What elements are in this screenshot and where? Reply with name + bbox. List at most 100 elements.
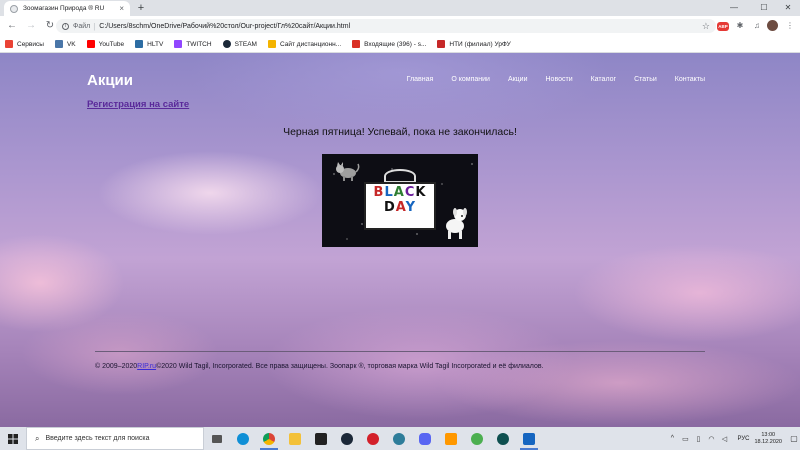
youtube-icon xyxy=(86,40,95,48)
taskbar-search-input[interactable]: ⌕ Введите здесь текст для поиска xyxy=(26,427,204,450)
nav-link-about[interactable]: О компании xyxy=(451,76,490,83)
nav-link-catalog[interactable]: Каталог xyxy=(591,76,616,83)
taskbar-sublime[interactable] xyxy=(438,427,464,450)
taskbar-app-blue[interactable] xyxy=(516,427,542,450)
banner-line-1: BLACK xyxy=(373,185,427,200)
info-icon[interactable]: i xyxy=(62,22,69,30)
bookmark-youtube[interactable]: YouTube xyxy=(86,40,125,48)
notion-icon xyxy=(315,432,327,445)
wifi-icon[interactable]: ◠ xyxy=(706,435,716,443)
site-nav: Главная О компании Акции Новости Каталог… xyxy=(389,76,705,83)
language-indicator[interactable]: РУС xyxy=(737,436,749,442)
nav-link-contacts[interactable]: Контакты xyxy=(675,76,705,83)
address-bar[interactable]: i Файл | C:/Users/8schm/OneDrive/Рабочий… xyxy=(56,19,716,33)
minimize-button[interactable]: — xyxy=(722,0,746,16)
url-scheme: Файл xyxy=(73,22,91,30)
nav-link-articles[interactable]: Статьи xyxy=(634,76,657,83)
site-favicon-icon xyxy=(267,40,276,48)
taskbar-discord[interactable] xyxy=(412,427,438,450)
promo-text: Черная пятница! Успевай, пока не закончи… xyxy=(283,126,517,138)
taskbar-opera[interactable] xyxy=(360,427,386,450)
registration-link[interactable]: Регистрация на сайте xyxy=(87,99,189,110)
bookmark-twitch[interactable]: TWITCH xyxy=(174,40,212,48)
opera-icon xyxy=(367,432,379,445)
footer-divider xyxy=(95,351,705,352)
taskbar-chrome[interactable] xyxy=(256,427,282,450)
sublime-icon xyxy=(445,432,457,445)
black-day-text: BLACK DAY xyxy=(368,185,432,215)
extensions-puzzle-icon[interactable]: ✱ xyxy=(733,19,747,33)
maximize-button[interactable]: ☐ xyxy=(752,0,776,16)
edge-icon xyxy=(237,432,249,445)
bookmark-label: НТИ (филиал) УрФУ xyxy=(449,40,511,48)
bookmark-label: Входящие (396) - s... xyxy=(364,40,427,48)
cat-figure-icon xyxy=(336,162,360,181)
forward-button[interactable]: → xyxy=(24,19,38,33)
taskbar-app-teal[interactable] xyxy=(490,427,516,450)
bookmark-distance-site[interactable]: Сайт дистанционн... xyxy=(267,40,342,48)
back-button[interactable]: ← xyxy=(5,19,19,33)
profile-avatar[interactable] xyxy=(767,20,778,31)
bookmark-services[interactable]: Сервисы xyxy=(5,40,44,48)
bookmark-label: HLTV xyxy=(147,40,164,48)
utorrent-icon xyxy=(471,432,483,445)
rip-link[interactable]: RIP.ru xyxy=(137,363,156,370)
tab-title: Зоомагазин Природа ® RU xyxy=(23,5,105,12)
black-day-banner: BLACK DAY xyxy=(322,154,478,247)
chevron-up-icon[interactable]: ^ xyxy=(667,435,677,442)
nav-link-news[interactable]: Новости xyxy=(546,76,573,83)
volume-icon[interactable]: ◁ xyxy=(719,435,729,443)
taskbar-clock[interactable]: 13:00 18.12.2020 xyxy=(754,432,782,446)
url-separator: | xyxy=(93,21,96,31)
notifications-icon[interactable]: ▢ xyxy=(788,427,800,450)
adblock-plus-icon[interactable]: ABP xyxy=(717,22,729,31)
chrome-icon xyxy=(263,432,275,445)
search-icon: ⌕ xyxy=(35,433,40,443)
windows-logo-icon xyxy=(8,433,18,444)
app-teal-icon xyxy=(497,432,509,445)
start-button[interactable] xyxy=(0,427,26,450)
gift-bow-icon xyxy=(384,169,416,183)
taskbar-utorrent[interactable] xyxy=(464,427,490,450)
bookmark-star-icon[interactable]: ☆ xyxy=(702,21,710,32)
battery-icon[interactable]: ▯ xyxy=(693,435,703,443)
network-icon[interactable]: ▭ xyxy=(680,435,690,443)
bookmark-steam[interactable]: STEAM xyxy=(222,40,257,48)
nav-link-home[interactable]: Главная xyxy=(407,76,434,83)
bookmark-nti-urfu[interactable]: НТИ (филиал) УрФУ xyxy=(437,40,511,48)
page-viewport: Акции Главная О компании Акции Новости К… xyxy=(0,53,800,427)
close-window-button[interactable]: ✕ xyxy=(776,0,800,16)
new-tab-button[interactable]: + xyxy=(135,2,147,14)
taskbar-explorer[interactable] xyxy=(282,427,308,450)
bookmark-vk[interactable]: VK xyxy=(54,40,76,48)
bookmark-gmail[interactable]: Входящие (396) - s... xyxy=(352,40,426,48)
app-circle-icon xyxy=(393,432,405,445)
url-text[interactable]: C:/Users/8schm/OneDrive/Рабочий%20стол/O… xyxy=(99,23,702,30)
media-control-icon[interactable]: ♫ xyxy=(750,19,764,33)
bookmark-hltv[interactable]: HLTV xyxy=(135,40,163,48)
taskbar-app-circle[interactable] xyxy=(386,427,412,450)
taskbar-task-view[interactable] xyxy=(204,427,230,450)
bookmark-label: YouTube xyxy=(98,40,125,48)
copyright-suffix: ©2020 Wild Tagil, Incorporated. Все прав… xyxy=(156,363,544,370)
reload-button[interactable]: ↻ xyxy=(43,19,57,33)
browser-tab[interactable]: Зоомагазин Природа ® RU × xyxy=(4,1,130,16)
apps-grid-icon xyxy=(5,40,13,48)
tab-close-icon[interactable]: × xyxy=(119,4,124,13)
chrome-menu-icon[interactable]: ⋮ xyxy=(783,19,797,33)
taskbar-edge[interactable] xyxy=(230,427,256,450)
dog-figure-icon xyxy=(446,208,467,239)
clock-time: 13:00 xyxy=(761,431,776,438)
bookmark-label: Сайт дистанционн... xyxy=(279,40,342,48)
taskbar-steam[interactable] xyxy=(334,427,360,450)
taskbar-notion[interactable] xyxy=(308,427,334,450)
nav-link-promotions[interactable]: Акции xyxy=(508,76,528,83)
discord-icon xyxy=(419,432,431,445)
bookmark-label: TWITCH xyxy=(186,40,212,48)
task-view-icon xyxy=(212,434,222,443)
steam-icon xyxy=(222,40,231,48)
bookmarks-bar: Сервисы VK YouTube HLTV TWITCH STEAM Сай… xyxy=(0,36,800,53)
app-blue-icon xyxy=(523,432,535,445)
twitch-icon xyxy=(174,40,183,48)
hltv-icon xyxy=(135,40,144,48)
